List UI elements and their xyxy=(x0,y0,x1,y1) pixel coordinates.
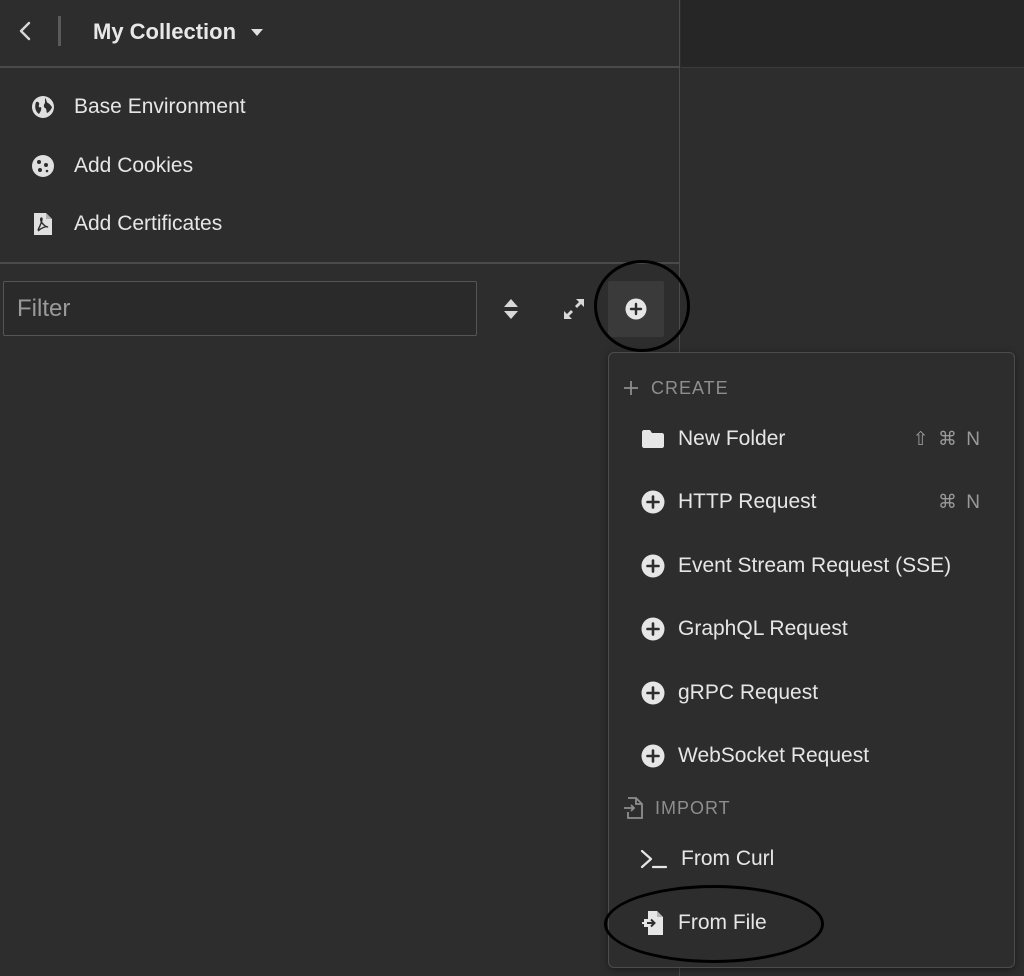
menu-item-http-request[interactable]: HTTP Request ⌘ N xyxy=(609,474,1014,530)
filter-input[interactable] xyxy=(3,281,477,336)
folder-icon xyxy=(641,427,665,451)
menu-item-grpc-request[interactable]: gRPC Request xyxy=(609,665,1014,721)
from-curl-label: From Curl xyxy=(681,847,775,870)
menu-item-event-stream-request[interactable]: Event Stream Request (SSE) xyxy=(609,538,1014,594)
http-request-shortcut: ⌘ N xyxy=(938,491,982,513)
header-divider xyxy=(58,16,61,46)
expand-arrows-icon xyxy=(564,299,584,319)
app-window: My Collection Base Environment Add Cooki… xyxy=(0,0,1024,976)
back-button[interactable] xyxy=(8,14,42,48)
filter-toolbar xyxy=(0,264,680,354)
sidebar-header: My Collection xyxy=(0,0,680,68)
plus-circle-icon xyxy=(641,554,665,578)
add-certificates-label: Add Certificates xyxy=(74,212,223,235)
create-section-header: CREATE xyxy=(623,373,729,403)
quick-links: Base Environment Add Cookies Add Certifi… xyxy=(0,70,680,264)
base-environment-label: Base Environment xyxy=(74,95,246,118)
add-cookies-link[interactable]: Add Cookies xyxy=(30,146,193,186)
menu-item-new-folder[interactable]: New Folder ⇧ ⌘ N xyxy=(609,411,1014,467)
import-header-label: IMPORT xyxy=(655,797,731,818)
new-folder-label: New Folder xyxy=(678,427,786,450)
add-cookies-label: Add Cookies xyxy=(74,154,194,177)
graphql-request-label: GraphQL Request xyxy=(678,617,848,640)
sort-icon xyxy=(504,299,518,319)
sort-button[interactable] xyxy=(493,294,529,324)
http-request-label: HTTP Request xyxy=(678,490,817,513)
sidebar: My Collection Base Environment Add Cooki… xyxy=(0,0,680,976)
plus-circle-icon xyxy=(641,490,665,514)
certificate-icon xyxy=(30,211,56,237)
plus-icon xyxy=(624,381,638,395)
main-pane-header xyxy=(681,0,1024,68)
new-folder-shortcut: ⇧ ⌘ N xyxy=(912,428,982,450)
add-dropdown-menu: CREATE New Folder ⇧ ⌘ N HTTP Request ⌘ N xyxy=(608,352,1015,968)
cookie-icon xyxy=(30,153,56,179)
websocket-request-label: WebSocket Request xyxy=(678,744,870,767)
globe-icon xyxy=(30,94,56,120)
file-import-icon xyxy=(624,797,643,819)
from-file-label: From File xyxy=(678,911,767,934)
caret-down-icon xyxy=(251,28,264,36)
plus-circle-icon xyxy=(641,744,665,768)
plus-circle-icon xyxy=(641,617,665,641)
plus-circle-icon xyxy=(641,681,665,705)
terminal-icon xyxy=(639,847,669,871)
menu-item-websocket-request[interactable]: WebSocket Request xyxy=(609,728,1014,784)
file-import-icon xyxy=(641,911,665,935)
import-section-header: IMPORT xyxy=(623,793,731,823)
add-certificates-link[interactable]: Add Certificates xyxy=(30,204,222,244)
menu-item-graphql-request[interactable]: GraphQL Request xyxy=(609,601,1014,657)
grpc-request-label: gRPC Request xyxy=(678,681,819,704)
collection-title: My Collection xyxy=(93,19,237,44)
collection-switcher[interactable]: My Collection xyxy=(93,17,264,47)
event-stream-request-label: Event Stream Request (SSE) xyxy=(678,554,952,577)
plus-circle-icon xyxy=(625,298,647,320)
base-environment-link[interactable]: Base Environment xyxy=(30,87,246,127)
create-header-label: CREATE xyxy=(651,377,729,398)
expand-all-button[interactable] xyxy=(556,294,592,324)
menu-item-from-curl[interactable]: From Curl xyxy=(609,831,1014,887)
menu-item-from-file[interactable]: From File xyxy=(609,895,1014,951)
add-button[interactable] xyxy=(608,281,664,337)
chevron-left-icon xyxy=(19,21,31,41)
